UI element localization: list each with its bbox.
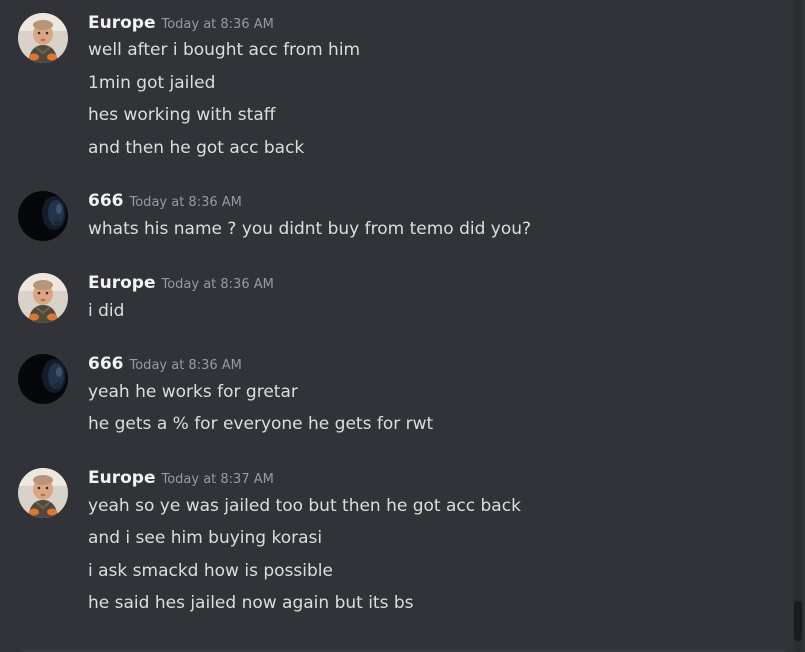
username[interactable]: 666	[88, 191, 124, 211]
message-header: Europe Today at 8:36 AM	[88, 273, 274, 297]
avatar[interactable]	[18, 191, 68, 241]
message-text[interactable]: he said hes jailed now again but its bs	[88, 591, 414, 615]
chat-message-list[interactable]: Europe Today at 8:36 AM well after i boug…	[0, 0, 805, 652]
message-text[interactable]: hes working with staff	[88, 103, 275, 127]
username[interactable]: Europe	[88, 13, 155, 33]
message-text[interactable]: and then he got acc back	[88, 136, 304, 160]
baby-photo-icon	[18, 273, 68, 323]
dark-face-icon	[18, 354, 68, 404]
timestamp[interactable]: Today at 8:36 AM	[161, 17, 273, 32]
baby-photo-icon	[18, 468, 68, 518]
message-text[interactable]: whats his name ? you didnt buy from temo…	[88, 217, 531, 241]
baby-photo-icon	[18, 13, 68, 63]
username[interactable]: Europe	[88, 273, 155, 293]
message-header: Europe Today at 8:36 AM	[88, 13, 274, 37]
username[interactable]: 666	[88, 354, 124, 374]
message-text[interactable]: yeah he works for gretar	[88, 380, 298, 404]
timestamp[interactable]: Today at 8:36 AM	[130, 195, 242, 210]
username[interactable]: Europe	[88, 468, 155, 488]
timestamp[interactable]: Today at 8:37 AM	[161, 472, 273, 487]
message-text[interactable]: 1min got jailed	[88, 71, 215, 95]
scrollbar-thumb[interactable]	[794, 601, 802, 641]
message-header: 666 Today at 8:36 AM	[88, 191, 242, 215]
avatar[interactable]	[18, 273, 68, 323]
avatar[interactable]	[18, 468, 68, 518]
avatar[interactable]	[18, 13, 68, 63]
message-text[interactable]: he gets a % for everyone he gets for rwt	[88, 412, 433, 436]
message-header: 666 Today at 8:36 AM	[88, 354, 242, 378]
dark-face-icon	[18, 191, 68, 241]
message-text[interactable]: yeah so ye was jailed too but then he go…	[88, 494, 521, 518]
message-header: Europe Today at 8:37 AM	[88, 468, 274, 492]
scrollbar-track[interactable]	[793, 0, 803, 652]
message-text[interactable]: i did	[88, 299, 124, 323]
avatar[interactable]	[18, 354, 68, 404]
timestamp[interactable]: Today at 8:36 AM	[161, 277, 273, 292]
message-text[interactable]: well after i bought acc from him	[88, 38, 360, 62]
message-text[interactable]: and i see him buying korasi	[88, 526, 322, 550]
timestamp[interactable]: Today at 8:36 AM	[130, 358, 242, 373]
message-text[interactable]: i ask smackd how is possible	[88, 559, 333, 583]
